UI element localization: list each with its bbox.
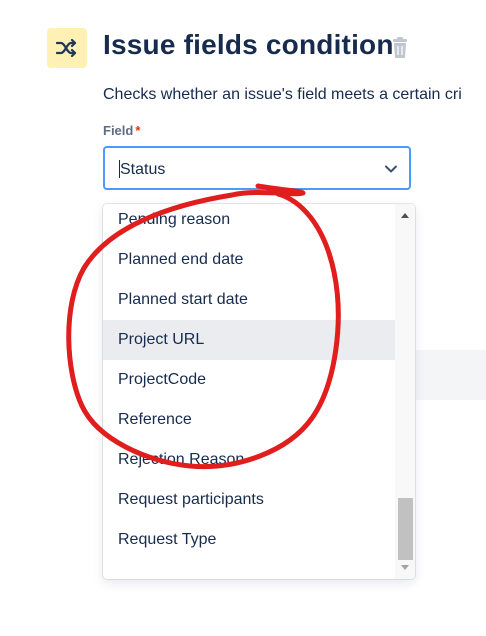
field-options-menu[interactable]: Pending reason Planned end date Planned … [103,204,415,579]
scroll-down-arrow-icon[interactable] [401,565,409,570]
condition-icon-tile [47,28,87,68]
option-planned-end-date[interactable]: Planned end date [103,240,395,280]
chevron-down-icon[interactable] [383,161,399,177]
option-projectcode[interactable]: ProjectCode [103,360,395,400]
shuffle-icon [56,39,77,57]
menu-scrollbar[interactable] [395,204,415,579]
field-label: Field * [103,123,140,138]
required-marker: * [135,123,141,138]
option-project-url[interactable]: Project URL [103,320,395,360]
field-label-text: Field [103,123,134,138]
condition-description: Checks whether an issue's field meets a … [103,86,462,103]
field-select-value: Status [120,161,166,178]
field-select[interactable]: Status [103,146,411,190]
option-request-participants[interactable]: Request participants [103,480,395,520]
option-pending-reason[interactable]: Pending reason [103,204,395,240]
option-request-type[interactable]: Request Type [103,520,395,560]
scrollbar-thumb[interactable] [398,498,413,560]
option-planned-start-date[interactable]: Planned start date [103,280,395,320]
trash-icon[interactable] [390,37,410,59]
option-rejection-reason[interactable]: Rejection Reason [103,440,395,480]
scroll-up-arrow-icon[interactable] [401,213,409,218]
option-reference[interactable]: Reference [103,400,395,440]
page-title: Issue fields condition [103,29,394,60]
background-panel [416,350,486,400]
